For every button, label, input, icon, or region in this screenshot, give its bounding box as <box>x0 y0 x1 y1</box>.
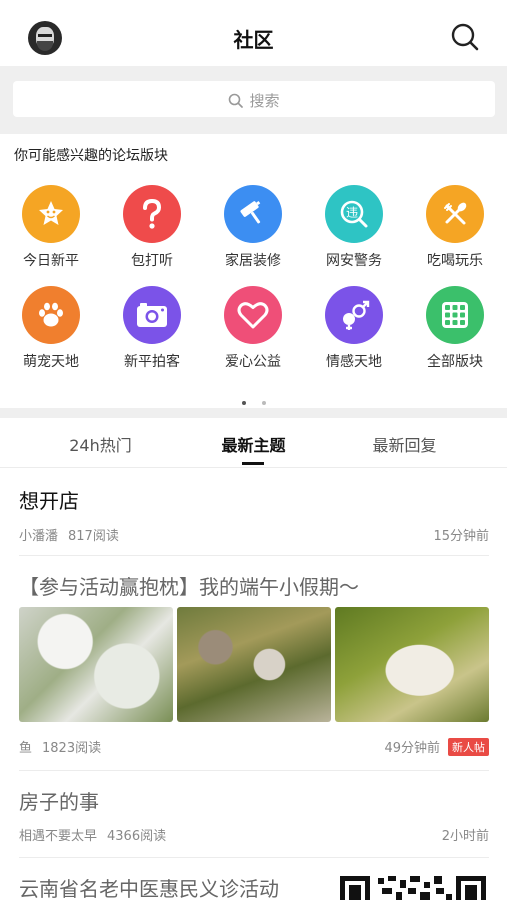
post-author: 鱼 <box>19 741 33 756</box>
section-title: 你可能感兴趣的论坛版块 <box>14 148 168 164</box>
forum-label: 爱心公益 <box>225 354 281 370</box>
post-meta: 相遇不要太早 4366阅读 2小时前 <box>19 825 489 844</box>
grid-icon <box>426 286 484 344</box>
forum-label: 情感天地 <box>326 354 382 370</box>
page-title: 社区 <box>233 28 274 52</box>
tab-latest-topics[interactable]: 最新主题 <box>169 432 338 456</box>
section-divider <box>0 408 507 418</box>
forum-emotions[interactable]: 情感天地 <box>309 286 399 371</box>
post-item[interactable]: 房子的事 相遇不要太早 4366阅读 2小时前 <box>19 786 489 844</box>
search-icon <box>451 23 479 51</box>
post-title: 房子的事 <box>19 790 99 814</box>
post-author: 小潘潘 <box>19 529 59 544</box>
forum-label: 网安警务 <box>326 253 382 269</box>
post-image[interactable] <box>335 607 489 722</box>
post-views: 817阅读 <box>68 529 119 544</box>
paw-icon <box>22 286 80 344</box>
divider <box>19 770 489 771</box>
forum-label: 今日新平 <box>23 253 79 269</box>
divider <box>19 857 489 858</box>
search-placeholder: 搜索 <box>249 92 280 110</box>
post-thumbnail[interactable] <box>338 872 488 900</box>
new-user-badge: 新人帖 <box>448 738 489 756</box>
forum-label: 萌宠天地 <box>23 354 79 370</box>
post-author: 相遇不要太早 <box>19 829 98 844</box>
page-dot[interactable] <box>261 401 266 405</box>
post-meta: 鱼 1823阅读 49分钟前 新人帖 <box>19 737 489 756</box>
forum-today-xinping[interactable]: 今日新平 <box>6 185 96 270</box>
forum-charity[interactable]: 爱心公益 <box>208 286 298 371</box>
star-badge-icon <box>22 185 80 243</box>
post-meta: 小潘潘 817阅读 15分钟前 <box>19 525 489 544</box>
post-item[interactable]: 想开店 小潘潘 817阅读 15分钟前 <box>19 485 489 544</box>
forum-label: 新平拍客 <box>124 354 180 370</box>
forum-food-fun[interactable]: 吃喝玩乐 <box>410 185 500 270</box>
post-title: 想开店 <box>19 489 79 513</box>
tab-active-indicator <box>242 462 264 465</box>
paint-roller-icon <box>224 185 282 243</box>
post-item[interactable]: 【参与活动赢抱枕】我的端午小假期～ <box>19 571 489 600</box>
search-area: 搜索 <box>0 66 507 134</box>
post-views: 4366阅读 <box>107 829 167 844</box>
forum-pets[interactable]: 萌宠天地 <box>6 286 96 371</box>
forum-home-decoration[interactable]: 家居装修 <box>208 185 298 270</box>
page-dot-active[interactable] <box>241 401 246 405</box>
search-input[interactable]: 搜索 <box>13 81 495 117</box>
tab-bar: 24h热门 最新主题 最新回复 <box>0 418 507 468</box>
forum-inquiry[interactable]: 包打听 <box>107 185 197 270</box>
post-views: 1823阅读 <box>42 741 102 756</box>
search-icon <box>229 93 244 108</box>
post-time: 15分钟前 <box>433 529 489 544</box>
shield-search-icon: 违 <box>325 185 383 243</box>
tab-24h-hot[interactable]: 24h热门 <box>16 432 185 456</box>
forum-label: 包打听 <box>131 253 173 269</box>
post-image[interactable] <box>19 607 173 722</box>
question-mark-icon <box>123 185 181 243</box>
heart-icon <box>224 286 282 344</box>
forum-label: 吃喝玩乐 <box>427 253 483 269</box>
gender-icon <box>325 286 383 344</box>
post-time: 49分钟前 <box>384 741 440 756</box>
search-button[interactable] <box>450 22 480 52</box>
forum-label: 全部版块 <box>427 354 483 370</box>
post-images[interactable] <box>19 607 489 722</box>
post-title: 【参与活动赢抱枕】我的端午小假期～ <box>19 575 359 599</box>
forum-all-boards[interactable]: 全部版块 <box>410 286 500 371</box>
post-time: 2小时前 <box>441 829 489 844</box>
page-indicator <box>0 390 507 409</box>
tab-latest-replies[interactable]: 最新回复 <box>320 432 489 456</box>
forum-cyber-police[interactable]: 违 网安警务 <box>309 185 399 270</box>
divider <box>19 555 489 556</box>
camera-icon <box>123 286 181 344</box>
post-image[interactable] <box>177 607 331 722</box>
svg-text:违: 违 <box>346 206 358 220</box>
forum-photographers[interactable]: 新平拍客 <box>107 286 197 371</box>
forum-label: 家居装修 <box>225 253 281 269</box>
fork-knife-icon <box>426 185 484 243</box>
top-bar: 社区 <box>0 0 507 66</box>
